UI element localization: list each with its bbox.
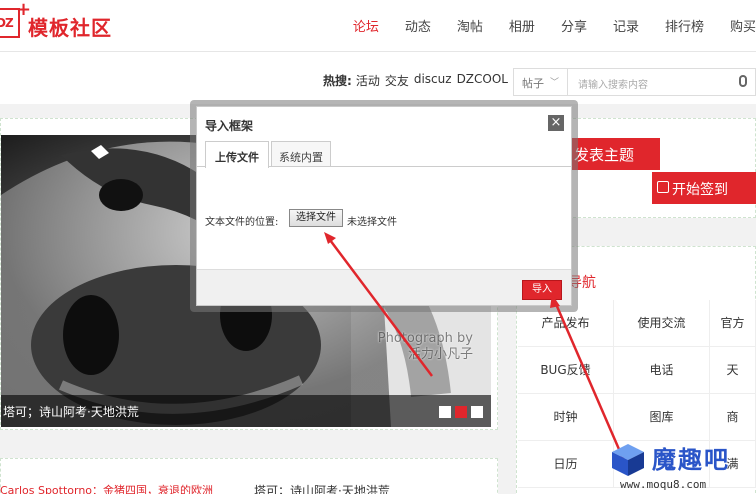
microphone-icon[interactable] [739, 75, 747, 87]
logo-mark-text: DZ [0, 16, 14, 30]
hot-search: 热搜: 活动 交友 discuz DZCOOL [323, 72, 513, 89]
slide-dot-2[interactable] [455, 406, 467, 418]
list-row-a[interactable]: Carlos Spottorno：金猪四国，衰退的欧洲 [0, 482, 213, 494]
dialog-tabs: 上传文件 系统内置 [197, 139, 571, 168]
hot-term-activity[interactable]: 活动 [356, 72, 380, 89]
chevron-down-icon: ﹀ [549, 78, 559, 88]
grid-discussion[interactable]: 使用交流 [614, 300, 710, 347]
choose-file-button[interactable]: 选择文件 [289, 209, 343, 227]
grid-clock[interactable]: 时钟 [518, 394, 614, 441]
watermark-url: www.moqu8.com [620, 478, 707, 491]
dialog-title: 导入框架 [205, 119, 254, 133]
watermark: 魔趣吧 www.moqu8.com [608, 438, 756, 494]
main-nav: 论坛 动态 淘帖 相册 分享 记录 排行榜 购买 [327, 16, 756, 35]
nav-collection[interactable]: 淘帖 [457, 16, 483, 35]
grid-official[interactable]: 官方 [710, 300, 756, 347]
nav-ranking[interactable]: 排行榜 [665, 16, 704, 35]
search-scope-select[interactable]: 帖子 ﹀ [513, 68, 567, 96]
tab-upload-file[interactable]: 上传文件 [205, 141, 269, 168]
search-input[interactable]: 请输入搜索内容 [567, 68, 756, 96]
nav-feed[interactable]: 动态 [405, 16, 431, 35]
site-logo-text[interactable]: 模板社区 [28, 12, 112, 41]
nav-buy[interactable]: 购买 [730, 16, 756, 35]
slide-dot-1[interactable] [439, 406, 451, 418]
search-bar: 热搜: 活动 交友 discuz DZCOOL 帖子 ﹀ 请输入搜索内容 [0, 52, 756, 104]
grid-calendar[interactable]: 日历 [518, 441, 614, 488]
dialog-footer: 导入 [197, 269, 571, 305]
list-row-b[interactable]: 塔可；诗山阿考·天地洪荒 [254, 482, 390, 494]
slide-dots [435, 406, 483, 418]
cube-logo-icon [612, 444, 644, 476]
site-header: DZ + 模板社区 论坛 动态 淘帖 相册 分享 记录 排行榜 购买 [0, 0, 756, 52]
search-scope-value: 帖子 [522, 77, 544, 90]
hot-term-discuz[interactable]: discuz [414, 72, 452, 89]
file-location-label: 文本文件的位置: [205, 217, 279, 228]
nav-forum[interactable]: 论坛 [353, 16, 379, 35]
credit-line2: 活力小凡子 [407, 347, 473, 362]
sign-in-button[interactable]: 开始签到 [652, 172, 756, 204]
file-status: 未选择文件 [347, 217, 397, 228]
nav-record[interactable]: 记录 [613, 16, 639, 35]
tab-builtin[interactable]: 系统内置 [271, 141, 331, 167]
grid-gallery[interactable]: 图库 [614, 394, 710, 441]
banner-caption-text[interactable]: 塔可；诗山阿考·天地洪荒 [3, 403, 139, 420]
banner-caption: 塔可；诗山阿考·天地洪荒 [1, 395, 491, 427]
hot-term-dzcool[interactable]: DZCOOL [457, 72, 508, 89]
grid-weather[interactable]: 天 [710, 347, 756, 394]
nav-album[interactable]: 相册 [509, 16, 535, 35]
hot-term-friends[interactable]: 交友 [385, 72, 409, 89]
hot-search-label: 热搜: [323, 74, 352, 88]
photo-credit: Photograph by 活力小凡子 [378, 331, 473, 363]
calendar-icon [657, 181, 669, 193]
slide-dot-3[interactable] [471, 406, 483, 418]
sign-in-label: 开始签到 [672, 182, 728, 198]
grid-bug-report[interactable]: BUG反馈 [518, 347, 614, 394]
grid-phone[interactable]: 电话 [614, 347, 710, 394]
close-icon[interactable]: × [548, 115, 564, 131]
nav-share[interactable]: 分享 [561, 16, 587, 35]
import-frame-dialog: 导入框架 × 上传文件 系统内置 文本文件的位置: 选择文件 未选择文件 导入 [196, 106, 572, 306]
import-button[interactable]: 导入 [522, 280, 562, 300]
watermark-text: 魔趣吧 [652, 446, 730, 474]
credit-line1: Photograph by [377, 331, 473, 346]
search-placeholder: 请输入搜索内容 [578, 80, 648, 91]
grid-shop[interactable]: 商 [710, 394, 756, 441]
